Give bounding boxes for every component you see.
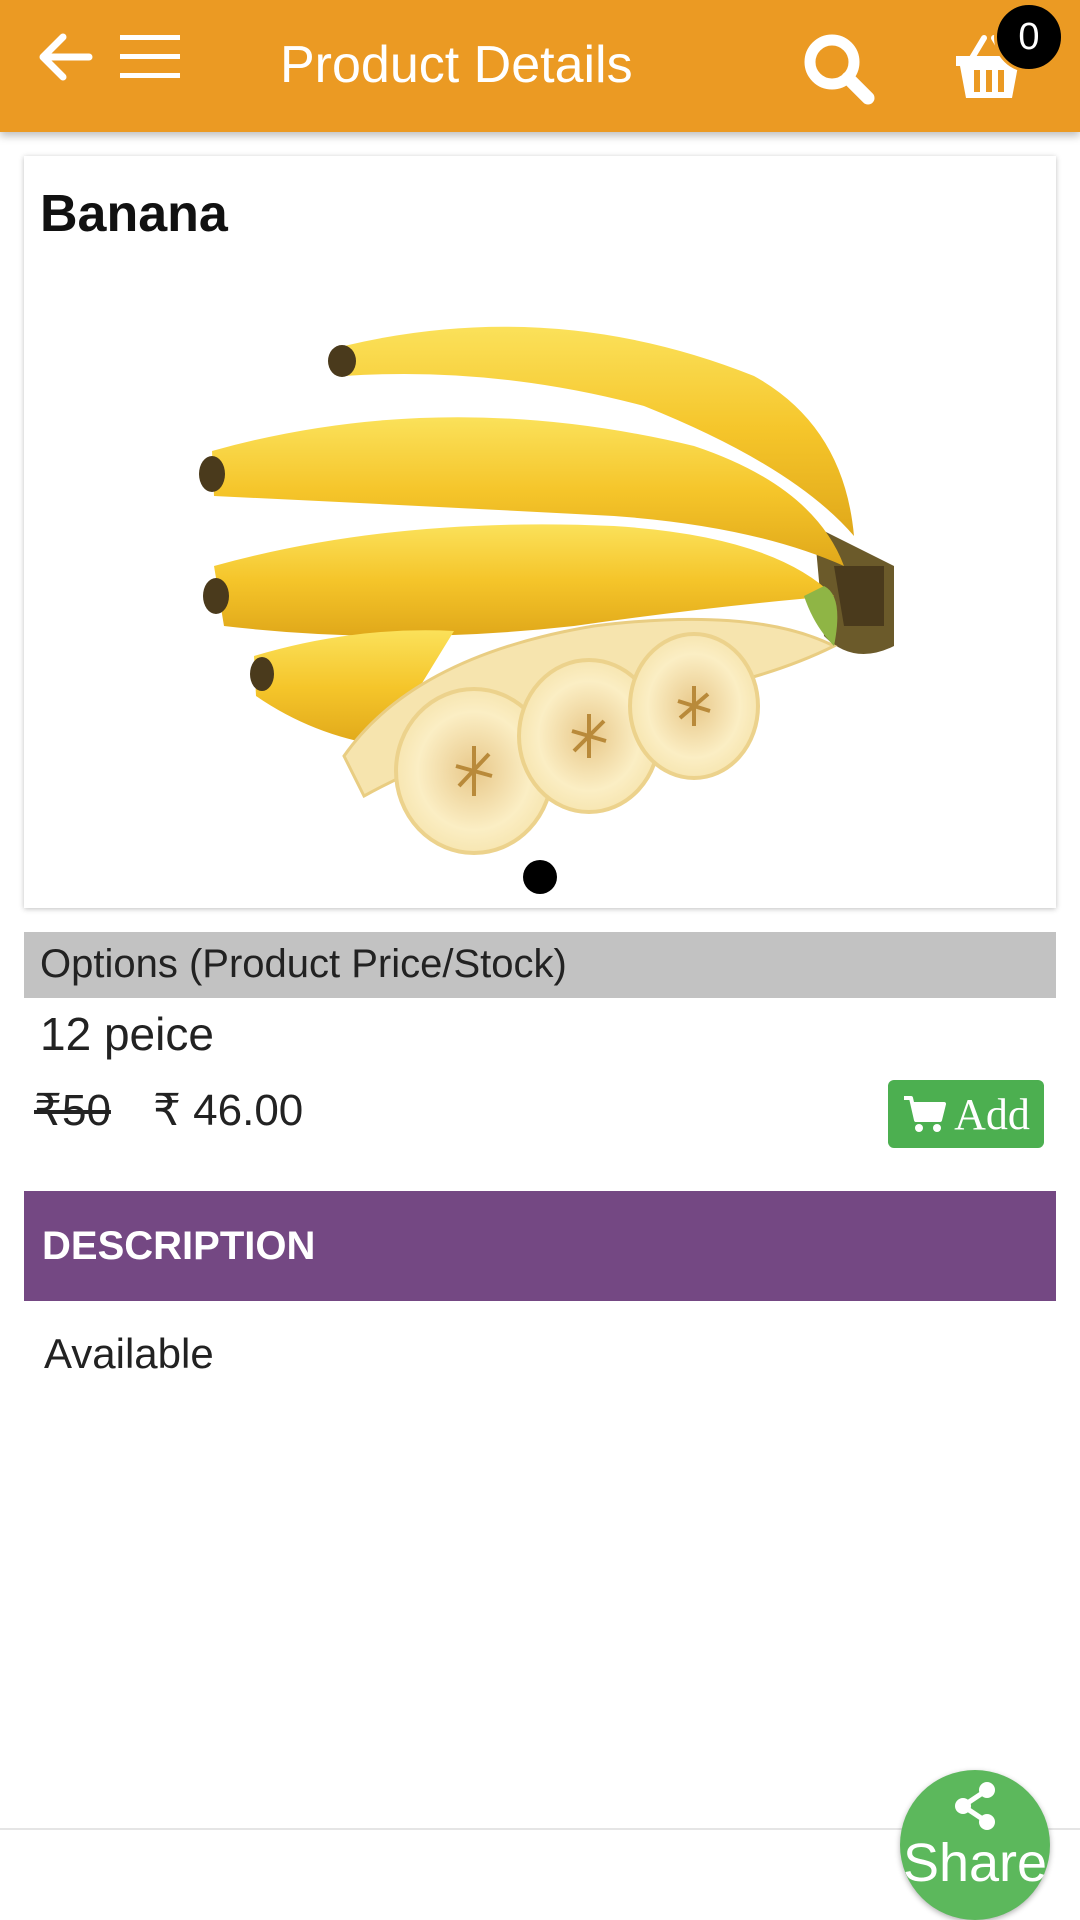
product-image[interactable]	[194, 266, 914, 866]
share-icon	[955, 1782, 995, 1830]
arrow-left-icon	[39, 33, 93, 81]
share-button[interactable]: Share	[900, 1770, 1050, 1920]
hamburger-menu-icon	[120, 35, 180, 78]
carousel-dot-active[interactable]	[523, 860, 557, 894]
description-text: Available	[44, 1330, 214, 1377]
product-card: Banana	[24, 156, 1056, 908]
app-screen: Product Details 0 Banana Options (Produc…	[0, 0, 1080, 1920]
search-button[interactable]	[798, 28, 880, 110]
menu-button[interactable]	[112, 22, 188, 92]
description-header: DESCRIPTION	[24, 1191, 1056, 1301]
option-name: 12 peice	[40, 1008, 214, 1060]
app-header: Product Details 0	[0, 0, 1080, 132]
cart-icon	[904, 1096, 947, 1132]
share-label: Share	[902, 1833, 1048, 1893]
price-row: ₹50 ₹ 46.00	[34, 1078, 303, 1142]
page-title: Product Details	[280, 36, 633, 94]
sale-price: ₹ 46.00	[152, 1085, 304, 1135]
back-button[interactable]	[30, 22, 100, 92]
options-header: Options (Product Price/Stock)	[24, 932, 1056, 998]
original-price: ₹50	[34, 1085, 111, 1135]
add-button-label: Add	[954, 1089, 1030, 1139]
product-name: Banana	[40, 185, 228, 243]
add-to-cart-button[interactable]: Add	[888, 1080, 1044, 1148]
search-icon	[804, 34, 875, 105]
cart-count-badge: 0	[994, 2, 1064, 72]
